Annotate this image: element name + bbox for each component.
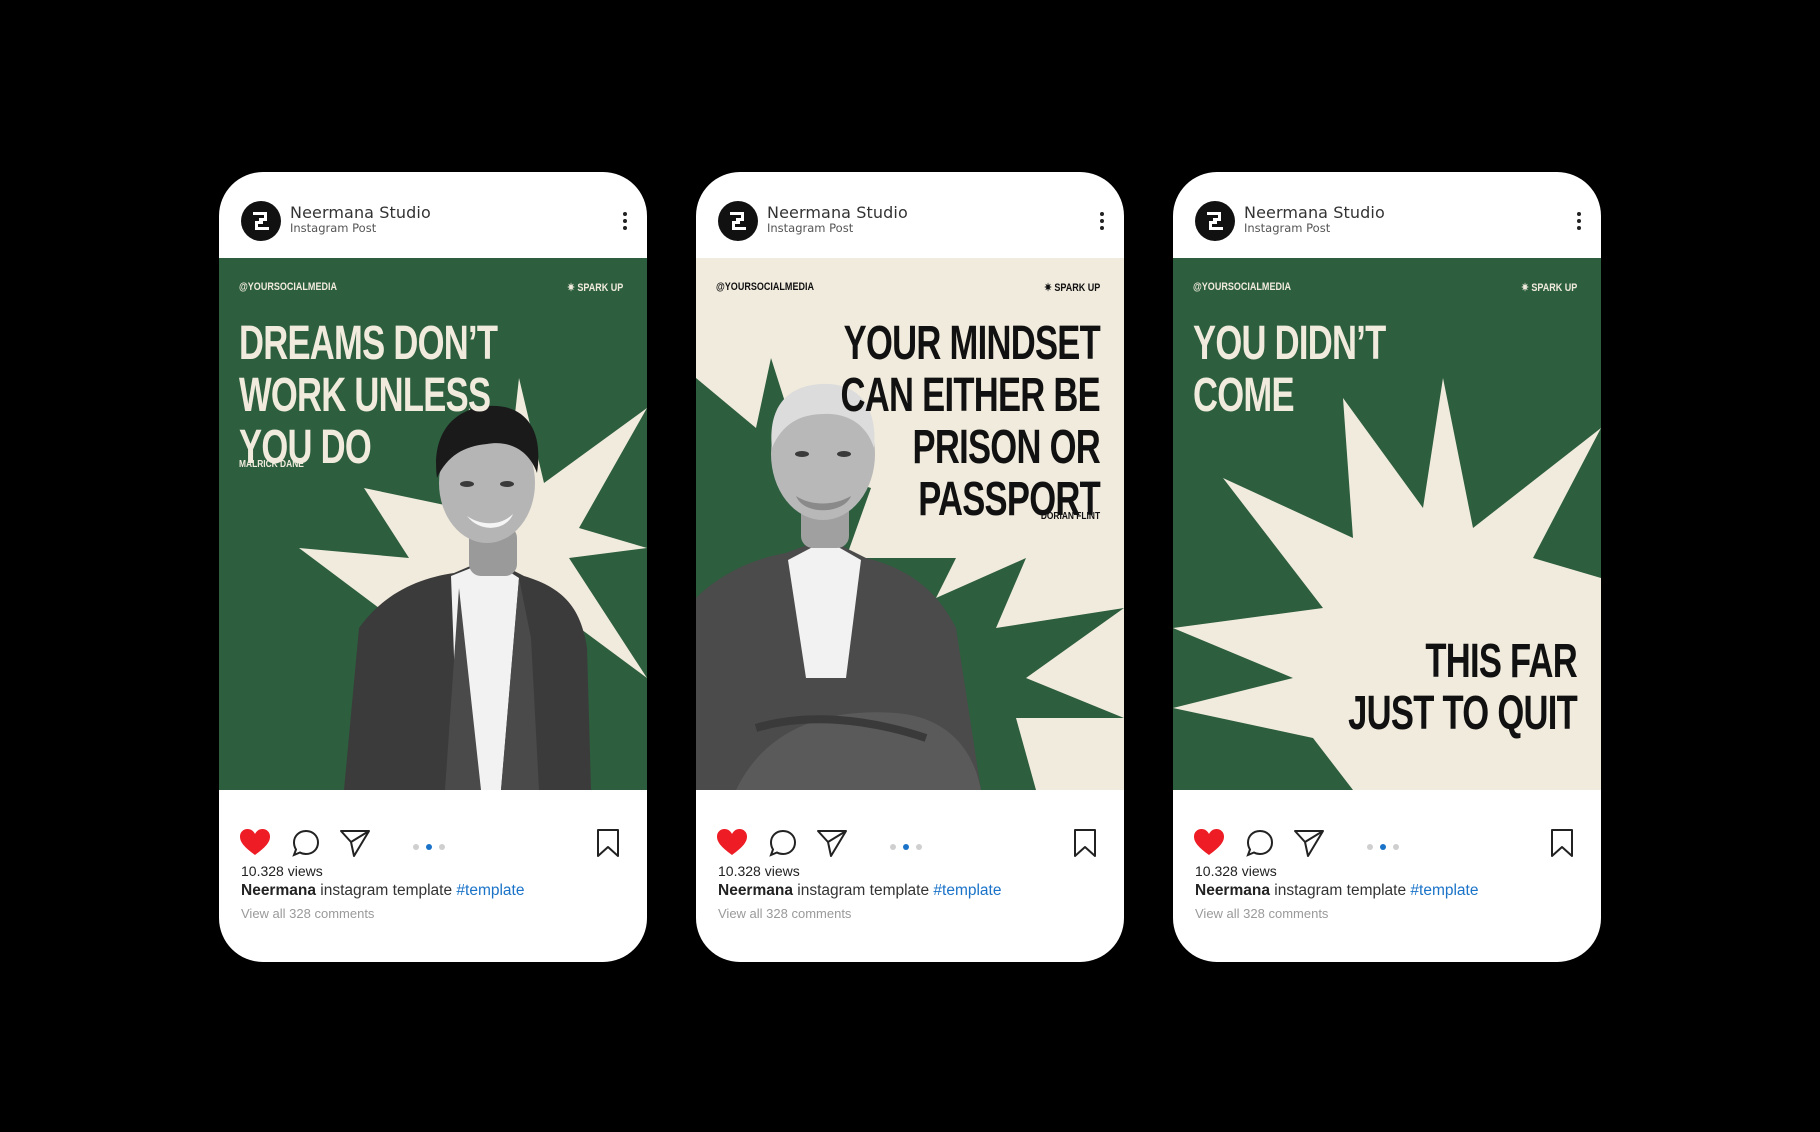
caption-hashtag[interactable]: #template <box>1410 882 1478 899</box>
caption-username[interactable]: Neermana <box>718 882 793 899</box>
post-image[interactable]: @YOURSOCIALMEDIA ✷ SPARK UP DREAMS DON’T… <box>219 258 647 790</box>
post-caption: Neermana instagram template #template <box>718 882 1001 900</box>
mockup-stage: Neermana Studio Instagram Post @YOURSOCI… <box>0 0 1820 1132</box>
caption-hashtag[interactable]: #template <box>456 882 524 899</box>
studio-logo-icon[interactable] <box>1195 201 1235 241</box>
brand-mark: ✷ SPARK UP <box>566 282 623 294</box>
caption-text: instagram template <box>1269 882 1411 899</box>
caption-username[interactable]: Neermana <box>241 882 316 899</box>
quote-author: DORIAN FLINT <box>1040 510 1100 522</box>
post-caption: Neermana instagram template #template <box>1195 882 1478 900</box>
brand-mark: ✷ SPARK UP <box>1043 282 1100 294</box>
more-vertical-icon[interactable] <box>1571 210 1587 232</box>
bookmark-icon[interactable] <box>595 828 621 858</box>
carousel-indicator <box>1367 844 1407 852</box>
instagram-post-card: Neermana Studio Instagram Post @YOURSOCI… <box>1173 172 1601 962</box>
heart-icon[interactable] <box>1193 828 1225 856</box>
post-header: Neermana Studio Instagram Post <box>1173 172 1601 258</box>
caption-username[interactable]: Neermana <box>1195 882 1270 899</box>
send-icon[interactable] <box>1293 828 1325 858</box>
view-comments-link[interactable]: View all 328 comments <box>241 906 374 921</box>
studio-logo-icon[interactable] <box>241 201 281 241</box>
post-image[interactable]: @YOURSOCIALMEDIA ✷ SPARK UP YOUR MINDSET… <box>696 258 1124 790</box>
carousel-indicator <box>413 844 453 852</box>
heart-icon[interactable] <box>716 828 748 856</box>
bookmark-icon[interactable] <box>1549 828 1575 858</box>
heart-icon[interactable] <box>239 828 271 856</box>
account-name[interactable]: Neermana Studio <box>1244 203 1385 222</box>
post-header: Neermana Studio Instagram Post <box>696 172 1124 258</box>
account-subtitle: Instagram Post <box>290 221 377 235</box>
comment-icon[interactable] <box>1245 828 1275 858</box>
comment-icon[interactable] <box>291 828 321 858</box>
send-icon[interactable] <box>339 828 371 858</box>
view-count: 10.328 views <box>1195 863 1277 879</box>
quote-headline: DREAMS DON’T WORK UNLESS YOU DO <box>239 317 498 474</box>
more-vertical-icon[interactable] <box>617 210 633 232</box>
post-actions: 10.328 views Neermana instagram template… <box>219 790 647 962</box>
quote-headline: YOUR MINDSET CAN EITHER BE PRISON OR PAS… <box>840 317 1101 526</box>
view-comments-link[interactable]: View all 328 comments <box>718 906 851 921</box>
studio-logo-icon[interactable] <box>718 201 758 241</box>
post-actions: 10.328 views Neermana instagram template… <box>696 790 1124 962</box>
quote-headline: YOU DIDN’T COME <box>1193 317 1386 422</box>
more-vertical-icon[interactable] <box>1094 210 1110 232</box>
post-actions: 10.328 views Neermana instagram template… <box>1173 790 1601 962</box>
post-image[interactable]: @YOURSOCIALMEDIA ✷ SPARK UP YOU DIDN’T C… <box>1173 258 1601 790</box>
instagram-post-card: Neermana Studio Instagram Post @YOURSOCI… <box>219 172 647 962</box>
social-handle: @YOURSOCIALMEDIA <box>1193 281 1292 293</box>
caption-hashtag[interactable]: #template <box>933 882 1001 899</box>
account-name[interactable]: Neermana Studio <box>767 203 908 222</box>
account-subtitle: Instagram Post <box>1244 221 1331 235</box>
account-subtitle: Instagram Post <box>767 221 854 235</box>
social-handle: @YOURSOCIALMEDIA <box>239 281 338 293</box>
post-header: Neermana Studio Instagram Post <box>219 172 647 258</box>
quote-headline-continued: THIS FAR JUST TO QUIT <box>1348 635 1578 740</box>
view-count: 10.328 views <box>718 863 800 879</box>
bookmark-icon[interactable] <box>1072 828 1098 858</box>
post-caption: Neermana instagram template #template <box>241 882 524 900</box>
carousel-indicator <box>890 844 930 852</box>
send-icon[interactable] <box>816 828 848 858</box>
brand-mark: ✷ SPARK UP <box>1520 282 1577 294</box>
caption-text: instagram template <box>792 882 934 899</box>
account-name[interactable]: Neermana Studio <box>290 203 431 222</box>
view-count: 10.328 views <box>241 863 323 879</box>
view-comments-link[interactable]: View all 328 comments <box>1195 906 1328 921</box>
caption-text: instagram template <box>315 882 457 899</box>
quote-author: MALRICK DANE <box>239 458 304 470</box>
comment-icon[interactable] <box>768 828 798 858</box>
social-handle: @YOURSOCIALMEDIA <box>716 281 815 293</box>
instagram-post-card: Neermana Studio Instagram Post @YOURSOCI… <box>696 172 1124 962</box>
